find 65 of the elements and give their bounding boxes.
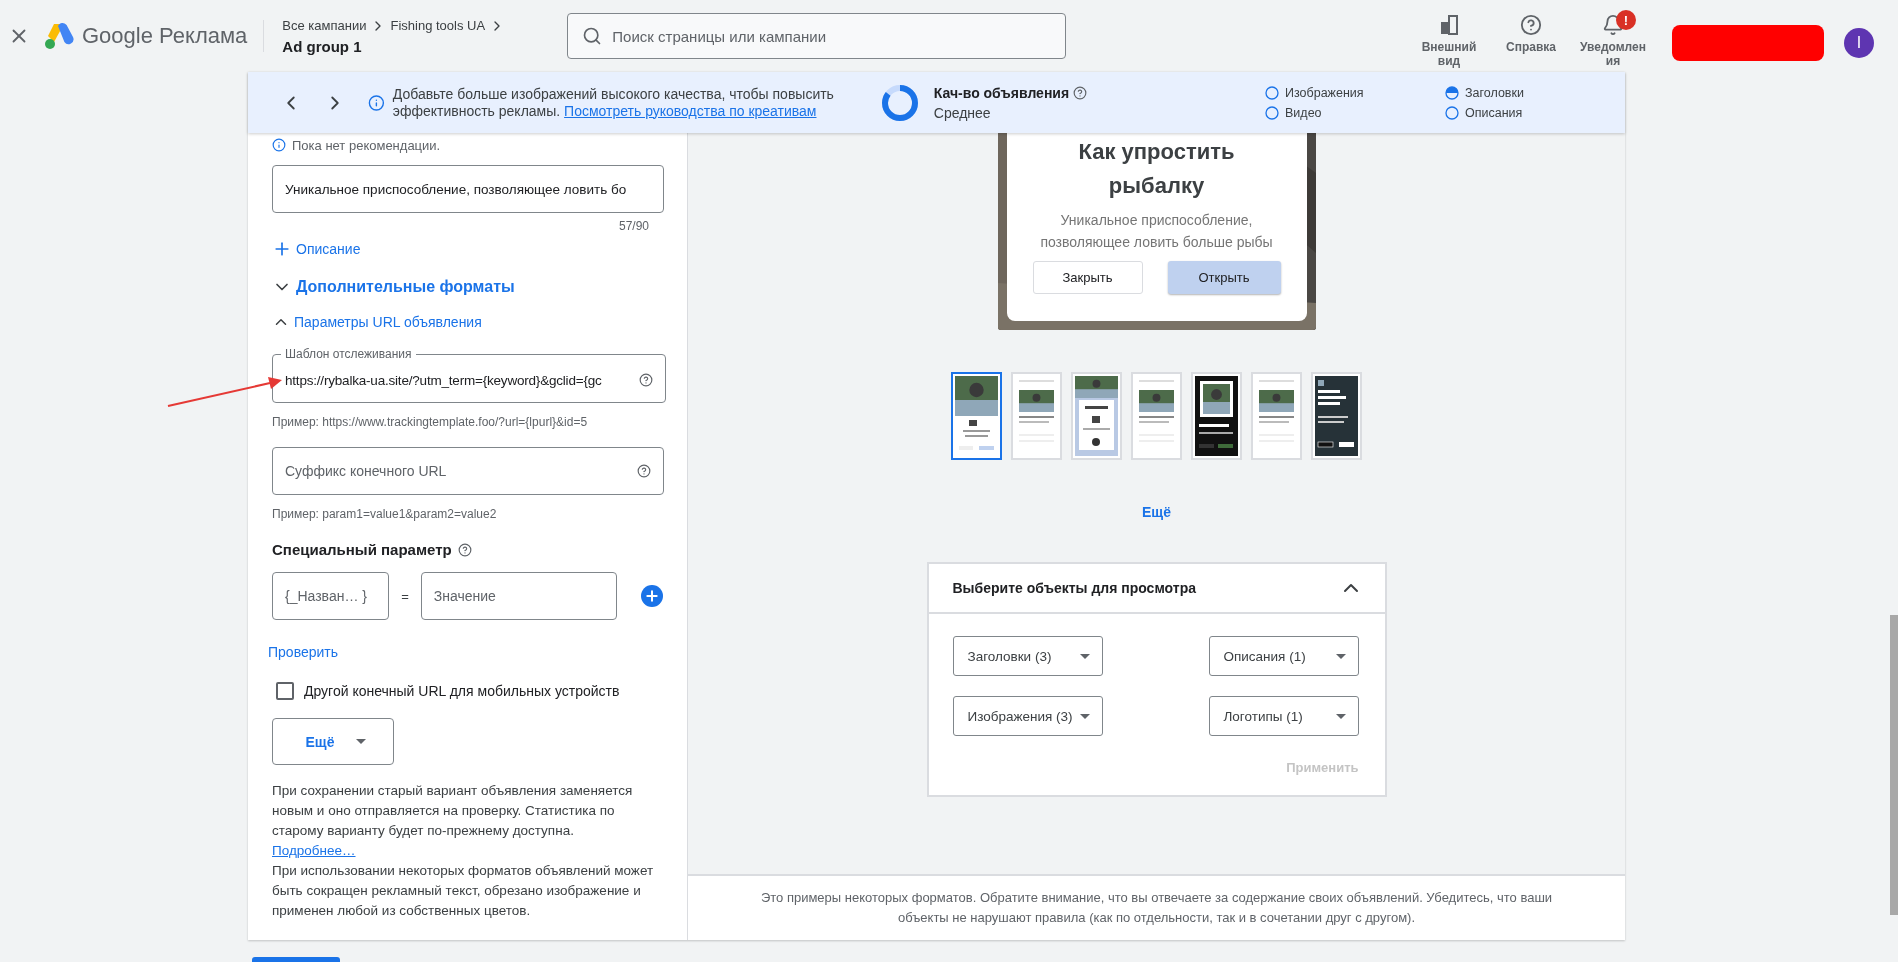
info-icon bbox=[368, 93, 385, 112]
asset-dropdown[interactable]: Описания (1) bbox=[1208, 636, 1359, 676]
field-hint: Пример: https://www.trackingtemplate.foo/?url={lpurl}&id=5 bbox=[272, 415, 589, 429]
help-icon bbox=[1520, 14, 1542, 36]
field-label: Шаблон отслеживания bbox=[284, 347, 413, 361]
checkbox[interactable] bbox=[276, 682, 294, 700]
learn-more-link[interactable]: Подробнее… bbox=[272, 843, 356, 858]
breadcrumb-link[interactable]: Все кампании bbox=[282, 18, 367, 33]
disclaimer-text: Это примеры некоторых форматов. Обратите внимание, что вы отвечаете за содержание своих объявлений. Убедитесь, что ваши объекты не нарушают правила (как по отдельности, так и в сочетании друг с другом). bbox=[759, 889, 1554, 927]
breadcrumb-link[interactable]: Fishing tools UA bbox=[390, 18, 486, 33]
account-avatar[interactable]: I bbox=[1844, 28, 1874, 58]
more-link[interactable]: Ещё bbox=[1142, 504, 1171, 520]
more-dropdown[interactable]: Ещё bbox=[272, 718, 394, 765]
more-formats-toggle[interactable]: Дополнительные форматы bbox=[272, 277, 515, 297]
legend-label: Описания bbox=[1465, 105, 1523, 120]
equals-sign: = bbox=[401, 588, 409, 604]
quality-rating: Среднее bbox=[933, 104, 992, 121]
caret-icon bbox=[356, 739, 367, 744]
asset-dropdown[interactable]: Логотипы (1) bbox=[1208, 696, 1359, 736]
guidelines-link[interactable]: Посмотреть руководства по креативам bbox=[564, 102, 817, 119]
save-note: При сохранении старый вариант объявления заменяется новым и оно отправляется на проверку. Статистика по старому варианту будет по-прежнему доступна. Подробнее… bbox=[272, 782, 634, 860]
search-field[interactable]: Поиск страницы или кампании bbox=[567, 13, 1067, 59]
info-icon bbox=[272, 138, 286, 152]
parameter-value-field[interactable]: Значение bbox=[420, 572, 618, 620]
url-options-toggle[interactable]: Параметры URL объявления bbox=[272, 313, 482, 331]
breadcrumb-current: Ad group 1 bbox=[282, 37, 363, 55]
checkbox-label: Другой конечный URL для мобильных устройств bbox=[304, 683, 620, 699]
bell-icon bbox=[1602, 14, 1624, 36]
quality-meter-icon bbox=[879, 82, 920, 123]
product-name: Google Реклама bbox=[82, 23, 248, 49]
help-icon bbox=[1073, 85, 1088, 100]
character-counter: 57/90 bbox=[618, 219, 649, 233]
asset-dropdown[interactable]: Изображения (3) bbox=[952, 696, 1103, 736]
add-description-button[interactable]: Описание bbox=[272, 239, 361, 259]
bar-chart-icon bbox=[1438, 14, 1460, 36]
field-hint: Пример: param1=value1&param2=value2 bbox=[272, 507, 498, 521]
asset-dropdown[interactable]: Заголовки (3) bbox=[952, 636, 1103, 676]
tracking-template-field[interactable]: Шаблон отслеживания https://rybalka-ua.site/?utm_term={keyword}&gclid={gc bbox=[272, 347, 666, 403]
add-parameter-button[interactable] bbox=[641, 585, 663, 607]
test-link[interactable]: Проверить bbox=[268, 644, 663, 660]
header-action-button[interactable]: Справка bbox=[1494, 14, 1568, 54]
notification-badge: ! bbox=[1616, 10, 1636, 30]
description-field[interactable]: Уникальное приспособление, позволяющее ловить бо bbox=[272, 165, 664, 213]
formats-note: При использовании некоторых форматов объявлений может быть сокращен рекламный текст, обрезано изображение и применен любой из собственных цветов. bbox=[272, 862, 655, 920]
legend-label: Видео bbox=[1285, 105, 1322, 120]
ad-button[interactable]: Открыть bbox=[1167, 261, 1281, 294]
ad-description: Уникальное приспособление, позволяющее ловить больше рыбы bbox=[1039, 211, 1274, 252]
banner-message: Добавьте больше изображений высокого качества, чтобы повысить эффективность рекламы. Посмотреть руководства по креативам bbox=[392, 85, 835, 120]
panel-title: Выберите объекты для просмотра bbox=[952, 580, 1196, 596]
ad-headline: Как упростить рыбалку bbox=[1077, 138, 1236, 200]
header-action-button[interactable]: Внешний вид bbox=[1412, 14, 1486, 68]
search-icon bbox=[582, 26, 603, 46]
ad-button[interactable]: Закрыть bbox=[1032, 261, 1143, 294]
parameter-name-field[interactable]: {_Назван… } bbox=[272, 572, 390, 620]
legend-label: Заголовки bbox=[1465, 85, 1524, 100]
section-title: Специальный параметр bbox=[272, 541, 452, 558]
quality-title: Кач-во объявления bbox=[933, 84, 1070, 101]
help-icon bbox=[457, 542, 472, 557]
google-ads-logo bbox=[44, 22, 74, 50]
recommendation-text: Пока нет рекомендации. bbox=[292, 137, 441, 153]
help-icon bbox=[637, 464, 651, 478]
url-suffix-field[interactable]: Суффикс конечного URL bbox=[272, 447, 664, 495]
help-icon bbox=[639, 373, 653, 387]
scrollbar[interactable] bbox=[1890, 615, 1898, 915]
legend-label: Изображения bbox=[1285, 85, 1364, 100]
